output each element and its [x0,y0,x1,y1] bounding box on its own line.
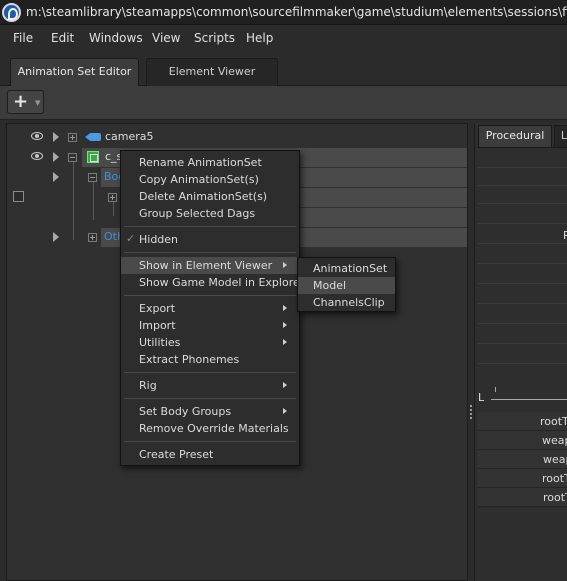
tab-procedural[interactable]: Procedural [478,125,552,147]
dropdown-arrow-icon: ▼ [35,99,41,107]
submenu-arrow-icon [283,408,287,414]
menu-separator [124,252,296,253]
divider [478,263,567,264]
tab-secondary[interactable]: L [554,125,567,147]
menu-windows[interactable]: Windows [89,31,143,45]
procedural-label-p: P [563,229,567,242]
sfm-app-icon [2,3,21,22]
checkmark-icon: ✓ [126,232,136,245]
visibility-eye-icon[interactable] [31,152,43,160]
control-row[interactable]: weapo [478,431,567,450]
menu-item-utilities[interactable]: Utilities [121,334,299,351]
menu-item-import[interactable]: Import [121,317,299,334]
menu-item-group-selected-dags[interactable]: Group Selected Dags [121,205,299,222]
menu-item-create-preset[interactable]: Create Preset [121,446,299,463]
menu-item-hidden[interactable]: ✓ Hidden [121,231,299,248]
expand-triangle-icon[interactable] [53,232,59,242]
divider [478,203,567,204]
procedural-panel: Procedural L P L rootTra weapo weap root… [474,123,567,581]
window-title: m:\steamlibrary\steamapps\common\sourcef… [26,5,567,19]
menu-item-delete-animation-set[interactable]: Delete AnimationSet(s) [121,188,299,205]
menu-separator [124,295,296,296]
divider [478,167,567,168]
divider [478,185,567,186]
menu-separator [124,226,296,227]
visibility-eye-icon[interactable] [31,132,43,140]
submenu-arrow-icon [283,382,287,388]
expand-box-icon[interactable] [68,133,77,142]
editor-tab-bar: Animation Set Editor Element Viewer [0,52,567,86]
menu-scripts[interactable]: Scripts [194,31,235,45]
menu-file[interactable]: File [13,31,33,45]
expand-box-icon[interactable] [108,193,117,202]
element-viewer-submenu: AnimationSet Model ChannelsClip [297,257,396,312]
tree-line [93,182,94,220]
menu-item-extract-phonemes[interactable]: Extract Phonemes [121,351,299,368]
animation-set-context-menu: Rename AnimationSet Copy AnimationSet(s)… [120,150,304,466]
control-row[interactable]: rootTr [478,488,567,507]
divider [478,363,567,364]
tree-line [113,202,114,216]
submenu-arrow-icon [283,339,287,345]
menu-item-remove-override-materials[interactable]: Remove Override Materials [121,420,299,437]
add-animation-set-button[interactable]: + ▼ [7,90,44,114]
control-row[interactable]: rootTr [478,469,567,488]
menu-item-show-game-model[interactable]: Show Game Model in Explorer [121,274,304,291]
submenu-item-model[interactable]: Model [298,277,395,294]
divider [478,223,567,224]
scale-label: L [478,391,485,404]
menu-separator [124,398,296,399]
divider [478,343,567,344]
divider [478,303,567,304]
animation-set-toolbar: + ▼ [0,86,567,120]
model-cube-icon [87,151,99,163]
expand-triangle-icon[interactable] [53,132,59,142]
collapse-box-icon[interactable] [68,153,77,162]
menu-item-set-body-groups[interactable]: Set Body Groups [121,403,299,420]
menu-item-copy-animation-set[interactable]: Copy AnimationSet(s) [121,171,299,188]
menu-view[interactable]: View [152,31,180,45]
tree-checkbox[interactable] [13,191,24,202]
tab-element-viewer[interactable]: Element Viewer [146,58,278,86]
control-row[interactable]: weap [478,450,567,469]
expand-triangle-icon[interactable] [53,172,59,182]
camera-icon [85,133,101,141]
submenu-arrow-icon [283,262,287,268]
title-bar: m:\steamlibrary\steamapps\common\sourcef… [0,0,567,25]
menu-separator [124,372,296,373]
menu-help[interactable]: Help [246,31,273,45]
submenu-item-animation-set[interactable]: AnimationSet [298,260,395,277]
tree-item-camera[interactable]: camera5 [105,130,154,143]
scale-slider-track[interactable] [491,399,567,400]
menu-item-show-in-element-viewer[interactable]: Show in Element Viewer [121,257,299,274]
expand-box-icon[interactable] [88,233,97,242]
plus-icon: + [13,91,29,112]
submenu-item-channels-clip[interactable]: ChannelsClip [298,294,395,311]
submenu-arrow-icon [283,305,287,311]
tab-animation-set-editor[interactable]: Animation Set Editor [10,58,139,86]
divider [478,147,567,148]
menu-edit[interactable]: Edit [51,31,74,45]
submenu-arrow-icon [283,322,287,328]
divider [478,283,567,284]
menu-item-export[interactable]: Export [121,300,299,317]
menu-item-rig[interactable]: Rig [121,377,299,394]
menu-bar: File Edit Windows View Scripts Help [0,26,567,50]
tree-line [73,162,74,240]
menu-item-rename-animation-set[interactable]: Rename AnimationSet [121,154,299,171]
expand-triangle-icon[interactable] [53,152,59,162]
scale-slider-tick [495,387,496,392]
divider [478,323,567,324]
collapse-box-icon[interactable] [88,173,97,182]
control-row[interactable]: rootTra [478,412,567,431]
menu-separator [124,441,296,442]
splitter-grip-icon[interactable] [470,405,473,419]
divider [478,243,567,244]
